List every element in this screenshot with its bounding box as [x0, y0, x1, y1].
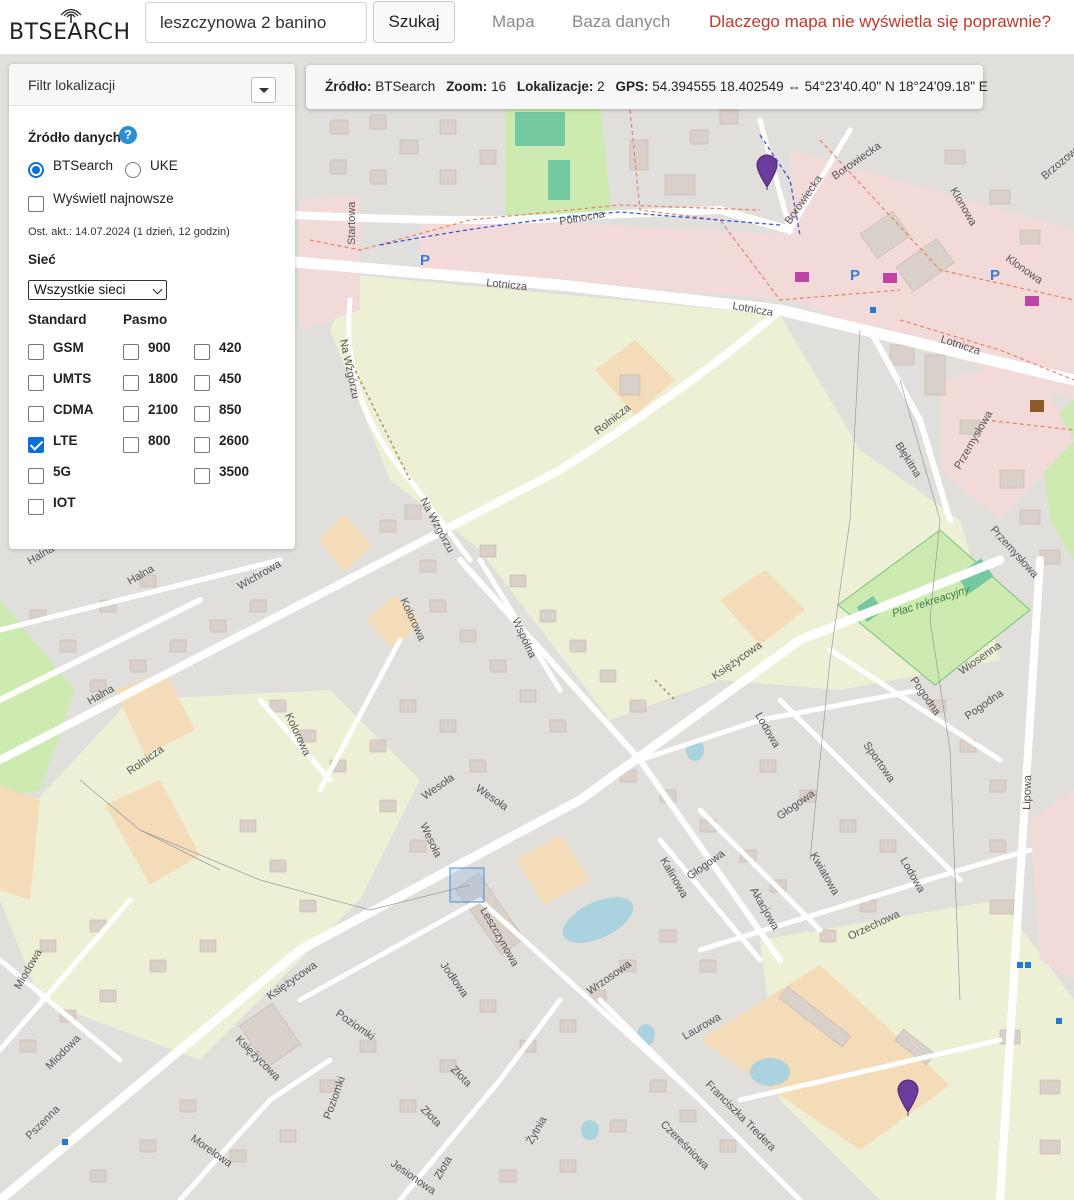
standard-cdma-checkbox[interactable]: [28, 406, 44, 422]
standard-iot-label: IOT: [53, 495, 76, 510]
svg-text:Lipowa: Lipowa: [1021, 774, 1034, 810]
radio-uke-label: UKE: [150, 158, 178, 173]
show-newest-checkbox[interactable]: [28, 196, 44, 212]
svg-text:Startowa: Startowa: [346, 201, 358, 245]
gps-value: 54.394555 18.402549 ⇔ 54°23'40.40" N 18°…: [652, 79, 988, 94]
logo-text: BTSEARCH: [9, 20, 131, 45]
band-850-checkbox[interactable]: [194, 406, 210, 422]
band-450-checkbox[interactable]: [194, 375, 210, 391]
collapse-button[interactable]: [251, 77, 276, 103]
search-input[interactable]: [145, 2, 367, 43]
band-1800-checkbox[interactable]: [123, 375, 139, 391]
standard-5g-checkbox[interactable]: [28, 468, 44, 484]
filter-panel-title: Filtr lokalizacji: [28, 77, 116, 93]
standard-5g-label: 5G: [53, 464, 72, 479]
nav-link-database[interactable]: Baza danych: [572, 12, 670, 32]
map-info-bar: Źródło: BTSearch Zoom: 16 Lokalizacje: 2…: [306, 65, 988, 109]
radio-uke[interactable]: [125, 162, 141, 178]
filter-panel-header: Filtr lokalizacji: [9, 64, 295, 106]
filter-panel: Filtr lokalizacji Źródło danych ? BTSear…: [9, 64, 295, 549]
source-value: BTSearch: [375, 79, 436, 94]
network-label: Sieć: [28, 252, 56, 267]
source-label: Źródło:: [325, 79, 372, 94]
help-icon[interactable]: ?: [119, 126, 137, 144]
standard-umts-label: UMTS: [53, 371, 92, 386]
standard-iot-checkbox[interactable]: [28, 499, 44, 515]
standard-cdma-label: CDMA: [53, 402, 94, 417]
search-button[interactable]: Szukaj: [373, 1, 455, 43]
radio-btsearch-label: BTSearch: [53, 158, 114, 173]
standard-label: Standard: [28, 312, 87, 327]
locations-label: Lokalizacje:: [516, 79, 594, 94]
band-3500-checkbox[interactable]: [194, 468, 210, 484]
band-2600-label: 2600: [219, 433, 250, 448]
standard-gsm-checkbox[interactable]: [28, 344, 44, 360]
svg-text:P: P: [420, 252, 430, 269]
btsearch-logo[interactable]: BTSEARCH: [9, 7, 130, 47]
band-900-label: 900: [148, 340, 171, 355]
gps-label: GPS:: [615, 79, 649, 94]
band-900-checkbox[interactable]: [123, 344, 139, 360]
top-navbar: BTSEARCH Szukaj Mapa Baza danych Dlaczeg…: [0, 0, 1074, 55]
standard-lte-label: LTE: [53, 433, 78, 448]
data-source-label: Źródło danych: [28, 130, 122, 145]
band-450-label: 450: [219, 371, 242, 386]
zoom-label: Zoom:: [446, 79, 488, 94]
standard-lte-checkbox[interactable]: [28, 437, 44, 453]
band-2600-checkbox[interactable]: [194, 437, 210, 453]
band-800-checkbox[interactable]: [123, 437, 139, 453]
band-2100-checkbox[interactable]: [123, 406, 139, 422]
show-newest-label: Wyświetl najnowsze: [53, 191, 174, 206]
svg-text:P: P: [850, 267, 860, 284]
standard-gsm-label: GSM: [53, 340, 84, 355]
locations-value: 2: [597, 79, 605, 94]
band-800-label: 800: [148, 433, 171, 448]
network-select-value: Wszystkie sieci: [34, 282, 126, 297]
svg-text:P: P: [990, 267, 1000, 284]
band-3500-label: 3500: [219, 464, 250, 479]
chevron-down-icon: [152, 284, 163, 295]
last-update-text: Ost. akt.: 14.07.2024 (1 dzień, 12 godzi…: [28, 226, 230, 238]
band-850-label: 850: [219, 402, 242, 417]
band-2100-label: 2100: [148, 402, 179, 417]
nav-link-map[interactable]: Mapa: [492, 12, 535, 32]
standard-umts-checkbox[interactable]: [28, 375, 44, 391]
radio-btsearch[interactable]: [28, 162, 44, 178]
band-420-label: 420: [219, 340, 242, 355]
band-label: Pasmo: [123, 312, 168, 327]
network-select[interactable]: Wszystkie sieci: [28, 280, 167, 300]
nav-link-why-map-broken[interactable]: Dlaczego mapa nie wyświetla się poprawni…: [709, 12, 1051, 32]
zoom-value: 16: [491, 79, 507, 94]
band-420-checkbox[interactable]: [194, 344, 210, 360]
band-1800-label: 1800: [148, 371, 179, 386]
